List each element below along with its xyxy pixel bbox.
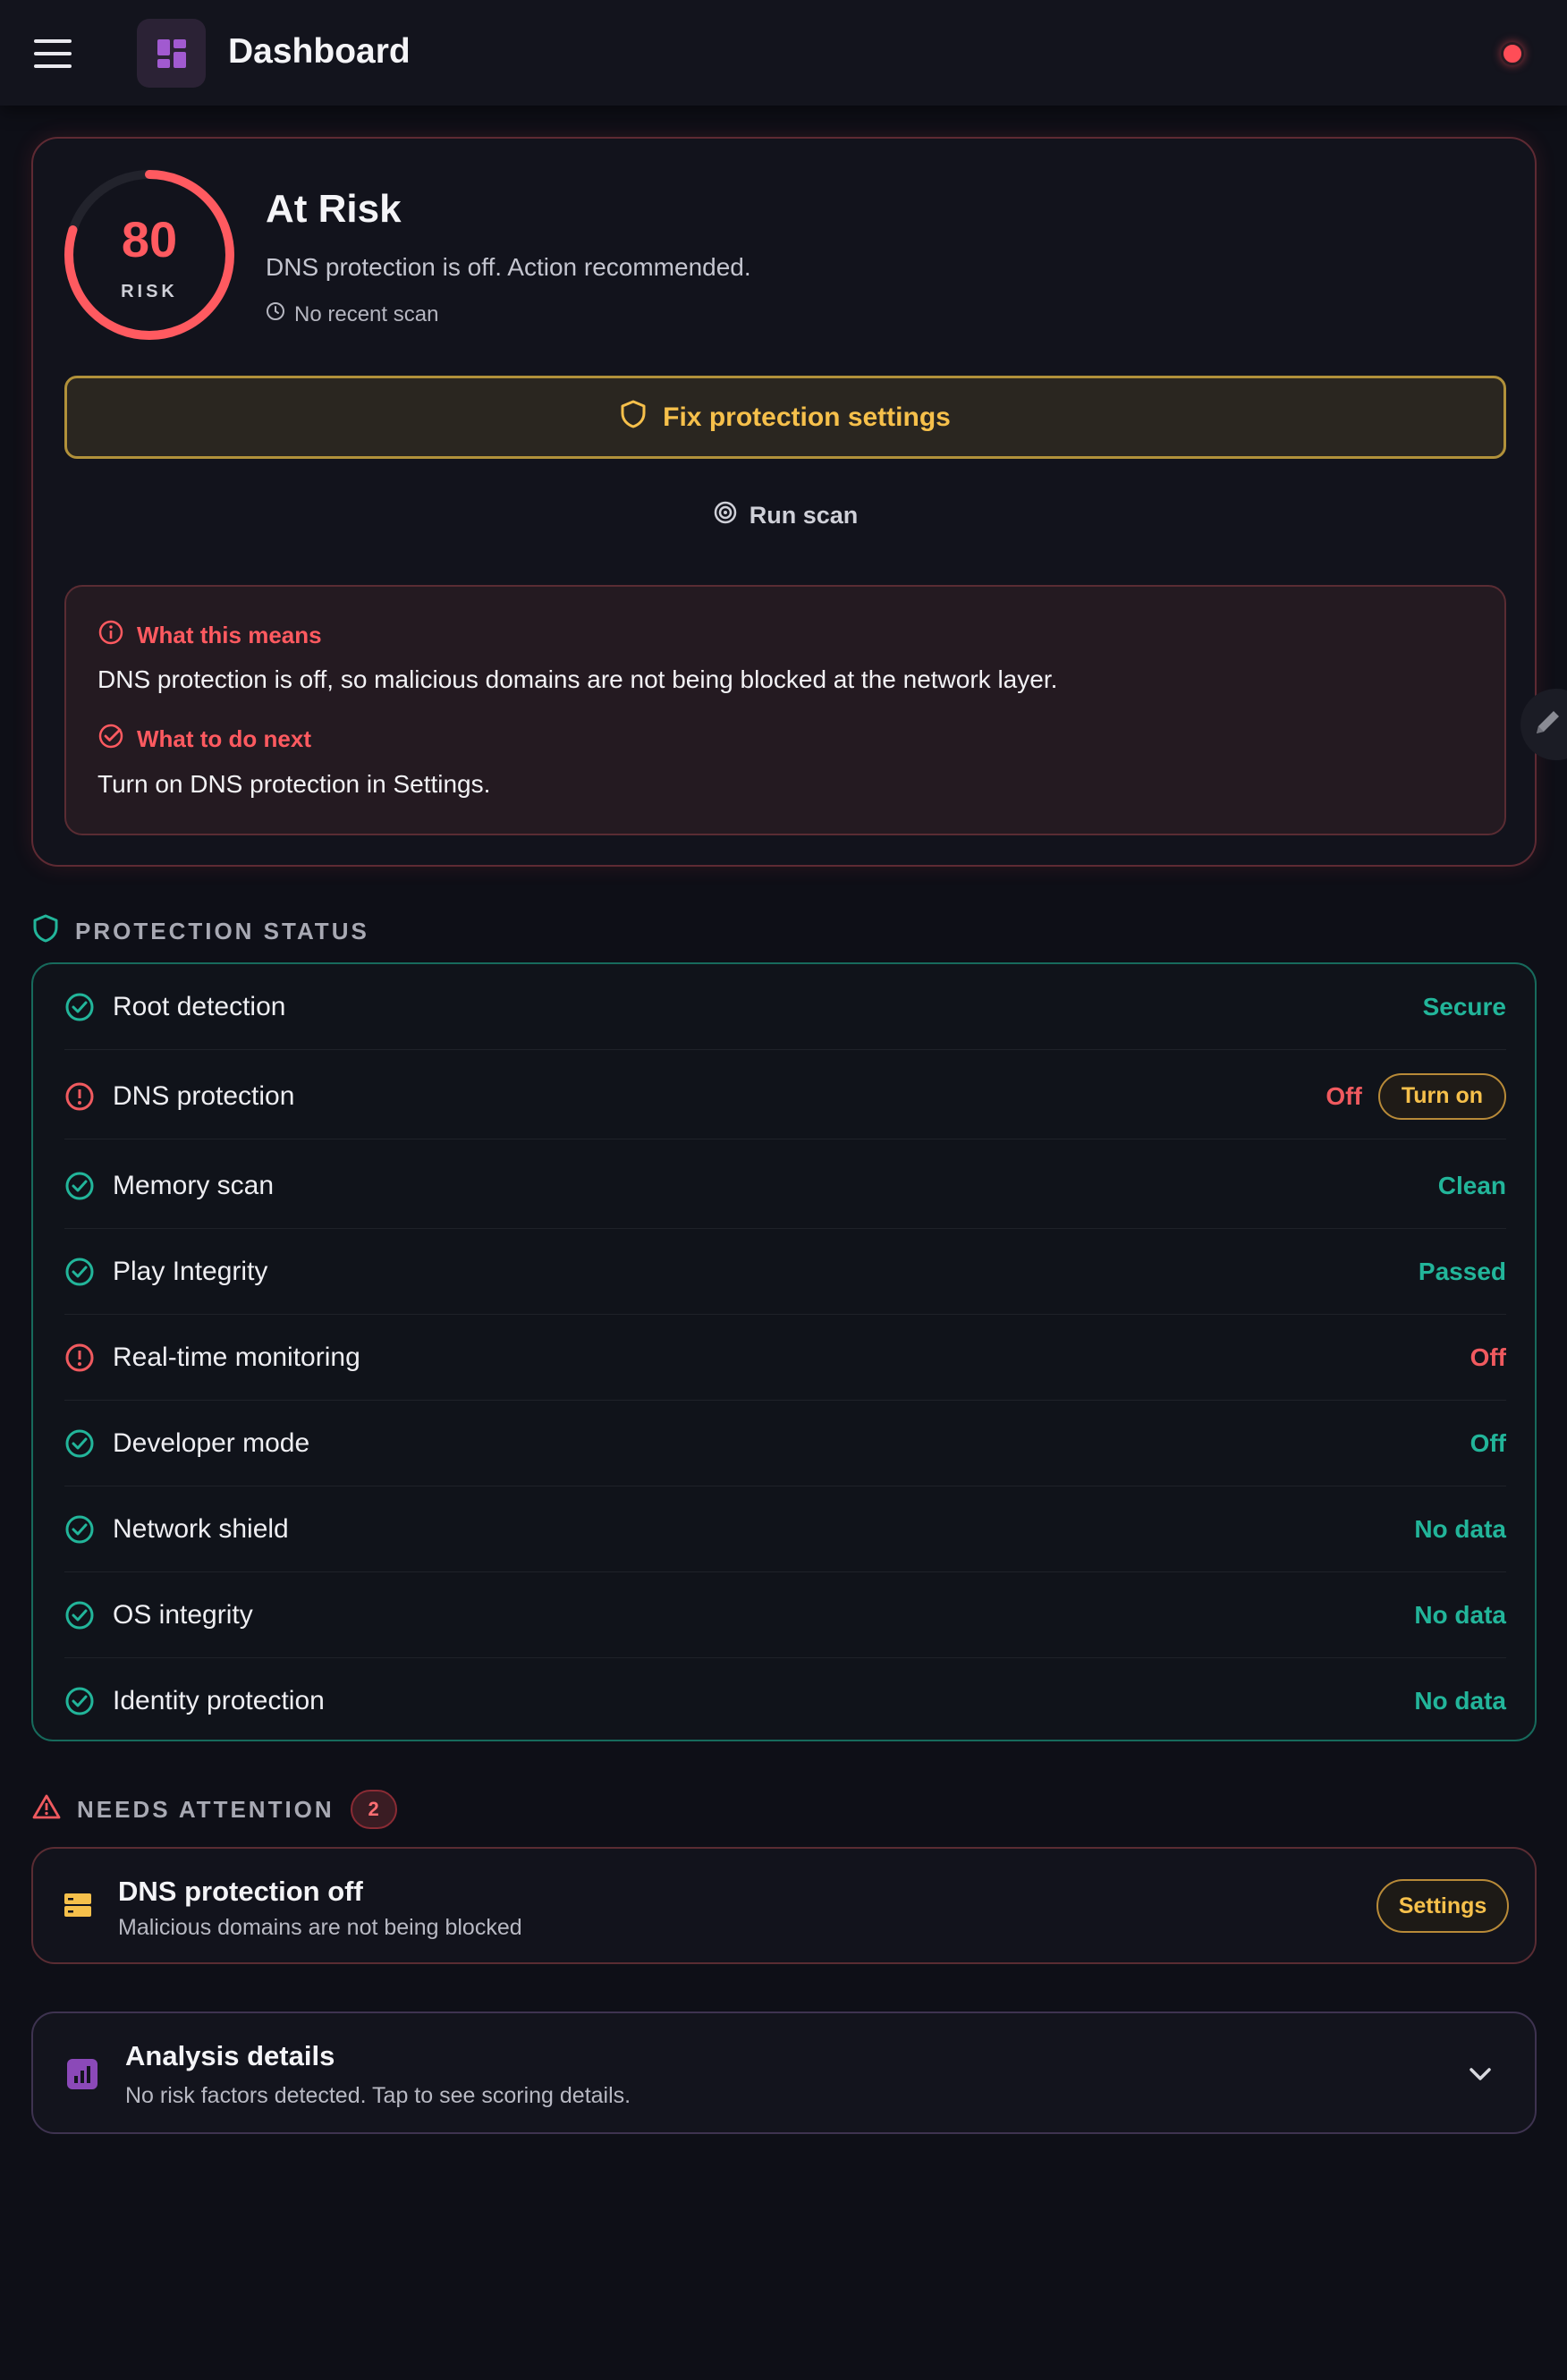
status-row-developer-mode: Developer mode Off: [64, 1401, 1506, 1486]
status-label: Play Integrity: [113, 1256, 268, 1286]
status-value: No data: [1414, 1687, 1506, 1715]
status-value: No data: [1414, 1514, 1506, 1543]
status-label: DNS protection: [113, 1080, 295, 1111]
status-value: Passed: [1418, 1257, 1506, 1285]
fix-protection-label: Fix protection settings: [663, 402, 951, 432]
alert-circle-icon: [64, 1342, 95, 1373]
status-row-os-integrity: OS integrity No data: [64, 1572, 1506, 1658]
attention-item-subtitle: Malicious domains are not being blocked: [118, 1915, 522, 1940]
what-this-means-heading: What this means: [97, 619, 322, 652]
status-label: Developer mode: [113, 1427, 310, 1458]
scan-meta: No recent scan: [266, 301, 438, 327]
risk-score: 80: [121, 211, 178, 267]
status-row-root-detection: Root detection Secure: [64, 964, 1506, 1050]
shield-icon: [620, 400, 647, 436]
hamburger-icon[interactable]: [34, 39, 72, 68]
scan-meta-text: No recent scan: [294, 301, 439, 326]
turn-on-dns-button[interactable]: Turn on: [1377, 1072, 1506, 1120]
attention-count-badge: 2: [350, 1790, 397, 1829]
check-circle-icon: [64, 1600, 95, 1630]
shield-icon: [32, 914, 59, 949]
pencil-icon: [1529, 705, 1565, 745]
settings-button[interactable]: Settings: [1376, 1879, 1509, 1933]
page-title: Dashboard: [228, 32, 411, 71]
dashboard-page: Dashboard 80 RISK At Risk DNS protection…: [0, 0, 1567, 2380]
run-scan-label: Run scan: [749, 502, 859, 529]
risk-score-label: RISK: [121, 282, 178, 301]
attention-item-dns[interactable]: DNS protection off Malicious domains are…: [31, 1847, 1537, 1964]
clock-icon: [266, 301, 285, 327]
analysis-subtitle: No risk factors detected. Tap to see sco…: [125, 2083, 631, 2108]
protection-status-list: Root detection Secure DNS protection Off…: [31, 962, 1537, 1741]
check-circle-icon: [64, 992, 95, 1022]
status-value: Secure: [1422, 992, 1506, 1021]
status-value: Off: [1470, 1428, 1506, 1457]
status-value: Off: [1326, 1081, 1362, 1110]
needs-attention-title: NEEDS ATTENTION: [77, 1795, 335, 1823]
what-to-do-label: What to do next: [137, 725, 311, 752]
risk-status-title: At Risk: [266, 187, 402, 231]
what-to-do-heading: What to do next: [97, 723, 311, 756]
status-row-memory-scan: Memory scan Clean: [64, 1143, 1506, 1229]
check-circle-icon: [64, 1428, 95, 1459]
status-value: Clean: [1437, 1171, 1506, 1199]
status-label: Root detection: [113, 991, 286, 1021]
status-row-network-shield: Network shield No data: [64, 1486, 1506, 1572]
risk-explanation-box: What this means DNS protection is off, s…: [64, 585, 1506, 835]
status-label: Network shield: [113, 1513, 289, 1544]
status-row-identity-protection: Identity protection No data: [64, 1658, 1506, 1744]
fix-protection-button[interactable]: Fix protection settings: [64, 376, 1506, 459]
dashboard-grid-icon: [137, 19, 206, 88]
what-to-do-text: Turn on DNS protection in Settings.: [97, 770, 491, 798]
analysis-title: Analysis details: [125, 2040, 335, 2071]
check-circle-icon: [64, 1514, 95, 1545]
status-row-realtime-monitoring: Real-time monitoring Off: [64, 1315, 1506, 1401]
info-circle-icon: [97, 619, 124, 652]
what-this-means-text: DNS protection is off, so malicious doma…: [97, 665, 1058, 693]
status-label: OS integrity: [113, 1599, 253, 1630]
risk-summary-card: 80 RISK At Risk DNS protection is off. A…: [31, 137, 1537, 867]
status-value: Off: [1470, 1342, 1506, 1371]
status-row-play-integrity: Play Integrity Passed: [64, 1229, 1506, 1315]
status-label: Identity protection: [113, 1686, 325, 1715]
warning-triangle-icon: [32, 1793, 61, 1826]
bar-chart-icon: [67, 2059, 97, 2089]
server-icon: [64, 1891, 92, 1919]
top-app-bar: Dashboard: [0, 0, 1567, 106]
check-circle-icon: [64, 1257, 95, 1287]
status-label: Real-time monitoring: [113, 1342, 360, 1372]
check-circle-icon: [64, 1686, 95, 1716]
check-circle-icon: [64, 1171, 95, 1201]
run-scan-button[interactable]: Run scan: [33, 501, 1538, 530]
alert-dot-icon[interactable]: [1501, 42, 1524, 65]
alert-circle-icon: [64, 1081, 95, 1112]
risk-description: DNS protection is off. Action recommende…: [266, 253, 751, 281]
radar-icon: [714, 501, 737, 530]
what-this-means-label: What this means: [137, 622, 322, 648]
status-row-dns-protection: DNS protection Off Turn on: [64, 1054, 1506, 1139]
check-circle-icon: [97, 723, 124, 756]
analysis-details-card[interactable]: Analysis details No risk factors detecte…: [31, 2012, 1537, 2134]
status-value: No data: [1414, 1600, 1506, 1629]
protection-status-title: PROTECTION STATUS: [75, 918, 369, 944]
protection-status-header: PROTECTION STATUS: [32, 914, 369, 949]
status-label: Memory scan: [113, 1170, 275, 1200]
needs-attention-header: NEEDS ATTENTION 2: [32, 1790, 397, 1829]
chevron-down-icon[interactable]: [1464, 2058, 1496, 2090]
attention-item-title: DNS protection off: [118, 1876, 363, 1907]
